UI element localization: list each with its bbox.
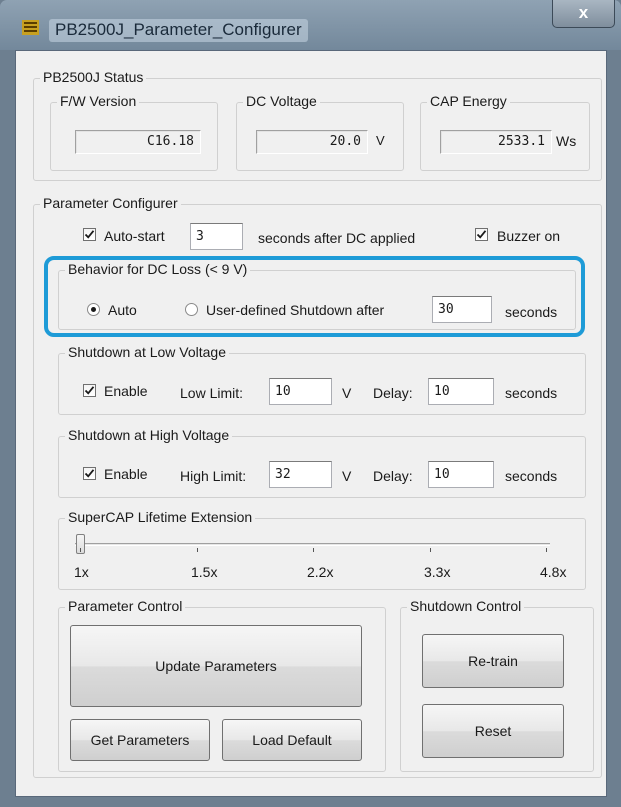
dc-loss-auto-label: Auto — [108, 302, 137, 318]
dc-loss-user-label: User-defined Shutdown after — [206, 302, 385, 318]
close-button[interactable]: x — [552, 0, 615, 28]
window-title: PB2500J_Parameter_Configurer — [49, 19, 308, 42]
update-parameters-label: Update Parameters — [155, 658, 277, 674]
supercap-tick-label: 1.5x — [191, 564, 218, 580]
dc-voltage-field: 20.0 — [256, 130, 368, 154]
high-delay-suffix: seconds — [505, 468, 558, 484]
high-limit-input[interactable]: 32 — [269, 461, 332, 488]
dc-loss-group: Behavior for DC Loss (< 9 V) — [58, 261, 576, 330]
low-limit-unit: V — [342, 385, 352, 401]
retrain-label: Re-train — [468, 653, 518, 669]
title-bar[interactable]: PB2500J_Parameter_Configurer x — [0, 0, 621, 50]
low-voltage-enable-checkbox[interactable] — [83, 384, 96, 397]
radio-dot — [91, 307, 96, 312]
check-icon — [84, 469, 95, 478]
high-voltage-enable-label: Enable — [104, 466, 148, 482]
supercap-tick-label: 3.3x — [424, 564, 451, 580]
app-icon — [22, 20, 39, 35]
low-delay-label: Delay: — [373, 385, 413, 401]
fw-version-legend: F/W Version — [57, 93, 140, 109]
autostart-label: Auto-start — [104, 228, 165, 244]
high-delay-input[interactable]: 10 — [428, 461, 494, 488]
fw-version-field: C16.18 — [75, 130, 201, 154]
supercap-tick-label: 1x — [74, 564, 89, 580]
supercap-tick-label: 4.8x — [540, 564, 567, 580]
cap-energy-field: 2533.1 — [440, 130, 552, 154]
supercap-slider-track[interactable] — [75, 543, 550, 546]
dc-loss-seconds-input[interactable]: 30 — [432, 296, 492, 323]
reset-label: Reset — [474, 723, 512, 739]
dc-loss-suffix: seconds — [505, 304, 558, 320]
get-parameters-label: Get Parameters — [90, 732, 190, 748]
shutdown-control-legend: Shutdown Control — [407, 598, 525, 614]
reset-button[interactable]: Reset — [422, 704, 564, 758]
high-limit-label: High Limit: — [180, 468, 247, 484]
low-voltage-legend: Shutdown at Low Voltage — [65, 344, 230, 360]
high-delay-label: Delay: — [373, 468, 413, 484]
dc-loss-auto-radio[interactable] — [87, 303, 100, 316]
dc-voltage-unit: V — [376, 133, 385, 148]
check-icon — [476, 230, 487, 239]
dc-voltage-legend: DC Voltage — [243, 93, 320, 109]
supercap-tick-label: 2.2x — [307, 564, 334, 580]
retrain-button[interactable]: Re-train — [422, 634, 564, 688]
get-parameters-button[interactable]: Get Parameters — [70, 719, 210, 761]
buzzer-checkbox[interactable] — [475, 228, 488, 241]
autostart-checkbox[interactable] — [83, 228, 96, 241]
low-voltage-enable-label: Enable — [104, 383, 148, 399]
high-limit-unit: V — [342, 468, 352, 484]
autostart-suffix: seconds after DC applied — [258, 230, 416, 246]
supercap-tick-mark — [546, 548, 547, 552]
close-icon: x — [578, 3, 589, 22]
parameter-configurer-legend: Parameter Configurer — [40, 195, 181, 211]
load-default-label: Load Default — [252, 732, 332, 748]
low-delay-input[interactable]: 10 — [428, 378, 494, 405]
update-parameters-button[interactable]: Update Parameters — [70, 625, 362, 707]
supercap-legend: SuperCAP Lifetime Extension — [65, 509, 256, 525]
low-delay-suffix: seconds — [505, 385, 558, 401]
low-limit-input[interactable]: 10 — [269, 378, 332, 405]
app-window: PB2500J_Parameter_Configurer x PB2500J S… — [0, 0, 621, 807]
check-icon — [84, 230, 95, 239]
low-limit-label: Low Limit: — [180, 385, 244, 401]
parameter-control-legend: Parameter Control — [65, 598, 186, 614]
status-group-legend: PB2500J Status — [40, 69, 147, 85]
load-default-button[interactable]: Load Default — [222, 719, 362, 761]
autostart-seconds-input[interactable]: 3 — [190, 223, 243, 250]
supercap-tick-mark — [313, 548, 314, 552]
high-voltage-enable-checkbox[interactable] — [83, 467, 96, 480]
supercap-tick-mark — [197, 548, 198, 552]
check-icon — [84, 386, 95, 395]
dc-loss-legend: Behavior for DC Loss (< 9 V) — [65, 261, 251, 277]
supercap-tick-mark — [430, 548, 431, 552]
dc-loss-user-radio[interactable] — [185, 303, 198, 316]
cap-energy-unit: Ws — [556, 133, 577, 149]
buzzer-label: Buzzer on — [497, 228, 561, 244]
cap-energy-legend: CAP Energy — [427, 93, 510, 109]
supercap-tick-mark — [80, 548, 81, 552]
high-voltage-legend: Shutdown at High Voltage — [65, 427, 233, 443]
